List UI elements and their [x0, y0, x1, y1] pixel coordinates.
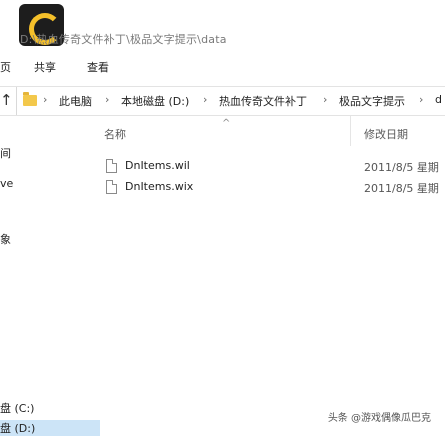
file-row[interactable]: DnItems.wix 2011/8/5 星期	[100, 178, 445, 198]
title-bar: D:\热血传奇文件补丁\极品文字提示\data	[0, 0, 445, 50]
file-row[interactable]: DnItems.wil 2011/8/5 星期	[100, 157, 445, 177]
file-icon	[106, 180, 117, 194]
file-icon	[106, 159, 117, 173]
tab-share[interactable]: 共享	[34, 59, 56, 75]
chevron-right-icon[interactable]: ›	[419, 93, 423, 106]
column-header-date[interactable]: 修改日期	[364, 126, 408, 142]
crumb-data-folder[interactable]: d	[435, 93, 442, 106]
address-bar: ↑ › 此电脑 › 本地磁盘 (D:) › 热血传奇文件补丁 › 极品文字提示 …	[0, 86, 445, 116]
crumb-patch-folder[interactable]: 热血传奇文件补丁	[219, 93, 307, 109]
breadcrumb[interactable]: › 此电脑 › 本地磁盘 (D:) › 热血传奇文件补丁 › 极品文字提示 › …	[16, 87, 445, 115]
chevron-right-icon[interactable]: ›	[203, 93, 207, 106]
chevron-right-icon[interactable]: ›	[323, 93, 327, 106]
chevron-right-icon[interactable]: ›	[105, 93, 109, 106]
tab-file[interactable]: 页	[0, 59, 11, 75]
ribbon-tabs: 页 共享 查看	[0, 52, 445, 80]
tab-view[interactable]: 查看	[87, 59, 109, 75]
nav-item-recent[interactable]: 间	[0, 145, 11, 161]
navigation-pane: 间 ve 象 盘 (C:) 盘 (D:)	[0, 115, 100, 436]
nav-item-drive-d[interactable]: 盘 (D:)	[0, 420, 100, 436]
file-date: 2011/8/5 星期	[364, 161, 439, 174]
nav-item-drive[interactable]: ve	[0, 177, 13, 190]
file-name: DnItems.wix	[125, 180, 194, 193]
up-arrow-icon[interactable]: ↑	[0, 91, 13, 109]
window-title-path: D:\热血传奇文件补丁\极品文字提示\data	[20, 33, 227, 46]
file-date: 2011/8/5 星期	[364, 182, 439, 195]
column-header-name[interactable]: 名称	[104, 126, 126, 142]
column-divider[interactable]	[350, 116, 351, 146]
watermark: 头条 @游戏偶像瓜巴克	[327, 413, 431, 424]
file-name: DnItems.wil	[125, 159, 190, 172]
crumb-drive-d[interactable]: 本地磁盘 (D:)	[121, 93, 189, 109]
chevron-right-icon[interactable]: ›	[43, 93, 47, 106]
nav-item-drive-c[interactable]: 盘 (C:)	[0, 400, 34, 416]
crumb-this-pc[interactable]: 此电脑	[59, 93, 92, 109]
folder-icon	[23, 92, 37, 106]
nav-item-objects[interactable]: 象	[0, 231, 11, 247]
crumb-tips-folder[interactable]: 极品文字提示	[339, 93, 405, 109]
sort-ascending-icon: ^	[222, 118, 231, 129]
